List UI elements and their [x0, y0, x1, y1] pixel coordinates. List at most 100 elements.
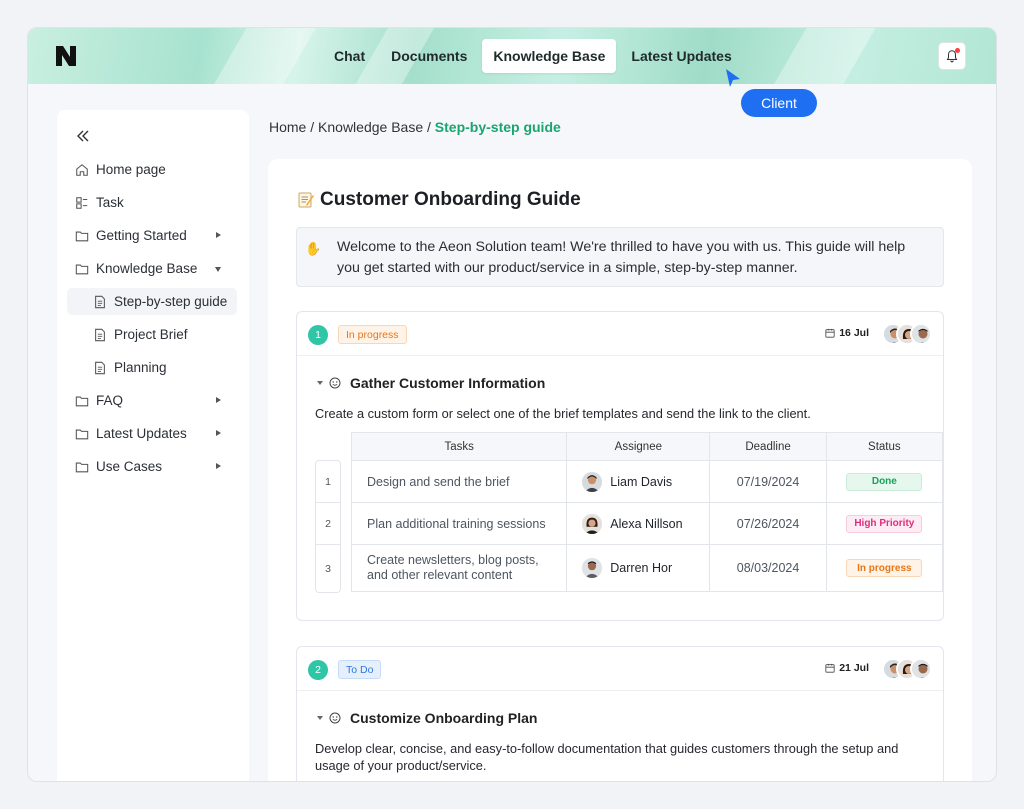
main-nav: Chat Documents Knowledge Base Latest Upd… — [323, 39, 743, 73]
sidebar-item-knowledge-base[interactable]: Knowledge Base — [57, 252, 249, 285]
cursor-arrow-icon — [726, 69, 740, 87]
step-title-text: Gather Customer Information — [350, 375, 546, 391]
document-icon — [95, 328, 105, 341]
sidebar-item-getting-started[interactable]: Getting Started — [57, 219, 249, 252]
task-cell[interactable]: Plan additional training sessions — [350, 502, 568, 545]
page-title-text: Customer Onboarding Guide — [320, 189, 581, 210]
breadcrumb-current: Step-by-step guide — [434, 119, 561, 135]
folder-icon — [75, 264, 89, 274]
tasks-table: Tasks Assignee Deadline Status Design an… — [350, 432, 943, 592]
step-date[interactable]: 21 Jul — [825, 662, 869, 674]
welcome-callout: ✋ Welcome to the Aeon Solution team! We'… — [296, 227, 944, 287]
step-header: 1 In progress 16 Jul — [297, 312, 943, 356]
header-decoration — [752, 28, 884, 84]
breadcrumb-home[interactable]: Home — [269, 119, 306, 135]
status-cell[interactable]: Done — [825, 460, 943, 503]
table-row[interactable]: Plan additional training sessions Alexa … — [350, 502, 943, 545]
row-number-column: 1 2 3 — [315, 460, 341, 593]
breadcrumb-separator: / — [427, 119, 431, 135]
table-row[interactable]: Design and send the brief Liam Davis 07/… — [350, 460, 943, 503]
avatar — [910, 323, 932, 345]
sidebar: Home page Task Getting Started Knowledge… — [57, 110, 249, 781]
expand-caret-icon[interactable] — [216, 463, 221, 469]
status-badge[interactable]: In progress — [846, 559, 923, 577]
sidebar-item-label: FAQ — [96, 393, 124, 408]
home-icon — [76, 163, 88, 176]
toggle-caret-icon[interactable] — [317, 381, 323, 385]
assignee-cell[interactable]: Alexa Nillson — [566, 502, 711, 545]
step-date-text: 21 Jul — [839, 662, 869, 674]
step-assignees[interactable] — [882, 323, 932, 345]
sidebar-item-latest-updates[interactable]: Latest Updates — [57, 417, 249, 450]
expand-caret-icon[interactable] — [216, 397, 221, 403]
collapse-caret-icon[interactable] — [215, 267, 221, 272]
toggle-caret-icon[interactable] — [317, 716, 323, 720]
collapse-sidebar-icon[interactable] — [75, 128, 91, 144]
avatar — [910, 658, 932, 680]
assignee-name: Alexa Nillson — [610, 516, 683, 531]
step-description: Develop clear, concise, and easy-to-foll… — [315, 741, 899, 773]
table-row[interactable]: Create newsletters, blog posts, and othe… — [350, 544, 943, 592]
step-assignees[interactable] — [882, 658, 932, 680]
nav-documents[interactable]: Documents — [380, 39, 478, 73]
sidebar-item-project-brief[interactable]: Project Brief — [57, 318, 249, 351]
logo-icon[interactable] — [54, 44, 78, 68]
waving-hand-icon: ✋ — [305, 241, 322, 256]
sidebar-item-task[interactable]: Task — [57, 186, 249, 219]
document-content: Customer Onboarding Guide ✋ Welcome to t… — [268, 159, 972, 781]
step-date[interactable]: 16 Jul — [825, 327, 869, 339]
task-cell[interactable]: Design and send the brief — [350, 460, 568, 503]
assignee-name: Darren Hor — [610, 561, 673, 575]
assignee-name: Liam Davis — [610, 474, 673, 489]
assignee-cell[interactable]: Darren Hor — [566, 544, 711, 592]
sidebar-list: Home page Task Getting Started Knowledge… — [57, 153, 249, 483]
sidebar-item-label: Task — [96, 195, 124, 210]
sidebar-item-label: Step-by-step guide — [114, 294, 228, 309]
sidebar-item-faq[interactable]: FAQ — [57, 384, 249, 417]
notifications-button[interactable] — [938, 42, 966, 70]
step-description: Create a custom form or select one of th… — [315, 406, 811, 421]
step-title[interactable]: Customize Onboarding Plan — [317, 710, 537, 726]
status-badge[interactable]: High Priority — [846, 514, 923, 533]
column-header: Deadline — [709, 432, 827, 461]
deadline-cell[interactable]: 08/03/2024 — [709, 544, 827, 592]
app-window: Chat Documents Knowledge Base Latest Upd… — [27, 27, 997, 782]
sidebar-item-step-by-step-guide[interactable]: Step-by-step guide — [57, 285, 249, 318]
sidebar-item-label: Planning — [114, 360, 167, 375]
deadline-cell[interactable]: 07/19/2024 — [709, 460, 827, 503]
expand-caret-icon[interactable] — [216, 232, 221, 238]
step-card: 1 In progress 16 Jul Gather Customer Inf… — [296, 311, 944, 621]
sidebar-item-label: Project Brief — [114, 327, 188, 342]
breadcrumb-knowledge-base[interactable]: Knowledge Base — [318, 119, 423, 135]
status-cell[interactable]: High Priority — [825, 502, 943, 545]
nav-knowledge-base[interactable]: Knowledge Base — [482, 39, 617, 73]
task-icon — [76, 196, 88, 209]
sidebar-item-use-cases[interactable]: Use Cases — [57, 450, 249, 483]
sidebar-item-planning[interactable]: Planning — [57, 351, 249, 384]
status-badge[interactable]: In progress — [338, 325, 407, 344]
step-card: 2 To Do 21 Jul Customize Onboarding Plan — [296, 646, 944, 781]
step-number: 2 — [308, 660, 328, 680]
header-decoration — [192, 28, 324, 84]
deadline-cell[interactable]: 07/26/2024 — [709, 502, 827, 545]
status-badge[interactable]: Done — [846, 472, 923, 491]
row-number: 3 — [325, 562, 331, 575]
sidebar-item-label: Use Cases — [96, 459, 163, 474]
memo-icon — [298, 192, 314, 208]
expand-caret-icon[interactable] — [216, 430, 221, 436]
assignee-cell[interactable]: Liam Davis — [566, 460, 711, 503]
calendar-icon — [825, 328, 835, 338]
status-badge[interactable]: To Do — [338, 660, 382, 679]
step-title[interactable]: Gather Customer Information — [317, 375, 545, 391]
document-icon — [95, 295, 105, 308]
welcome-text: Welcome to the Aeon Solution team! We're… — [337, 239, 906, 276]
step-title-text: Customize Onboarding Plan — [350, 710, 538, 726]
sidebar-item-label: Latest Updates — [96, 426, 187, 441]
folder-icon — [75, 429, 89, 439]
sidebar-item-home-page[interactable]: Home page — [57, 153, 249, 186]
status-cell[interactable]: In progress — [825, 544, 943, 592]
step-date-text: 16 Jul — [839, 327, 869, 339]
task-cell[interactable]: Create newsletters, blog posts, and othe… — [350, 544, 568, 592]
nav-chat[interactable]: Chat — [323, 39, 376, 73]
step-number: 1 — [308, 325, 328, 345]
